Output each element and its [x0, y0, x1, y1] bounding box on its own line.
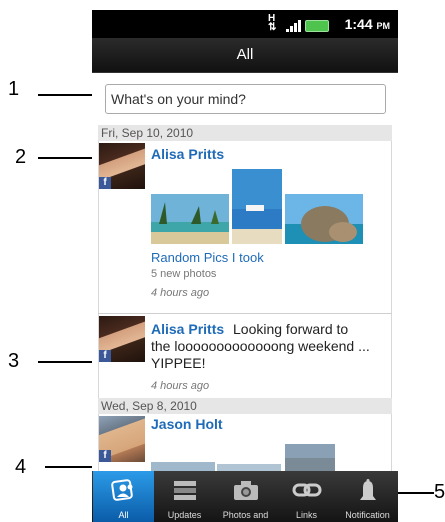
tab-photos[interactable]: Photos and	[215, 471, 276, 522]
callout-5-line	[398, 492, 434, 494]
tab-updates-label: Updates	[167, 510, 202, 520]
bell-icon	[359, 479, 376, 500]
post-3-author[interactable]: Jason Holt	[151, 416, 223, 432]
clock: 1:44 PM	[344, 16, 390, 32]
date-header-2: Wed, Sep 8, 2010	[98, 398, 392, 414]
post-1[interactable]: f Alisa Pritts Random Pics I took 5 new …	[98, 141, 392, 313]
callout-2-line	[38, 157, 94, 159]
album-title-link[interactable]: Random Pics I took	[151, 250, 264, 265]
photo-thumbnail-6[interactable]	[285, 444, 335, 471]
photo-thumbnail-5[interactable]	[217, 464, 281, 471]
people-icon	[110, 479, 133, 501]
callout-2: 2	[15, 146, 27, 168]
facebook-icon: f	[99, 177, 111, 189]
photo-thumbnail-1[interactable]	[151, 194, 229, 244]
tab-links[interactable]: Links	[276, 471, 337, 522]
status-input-placeholder: What's on your mind?	[111, 91, 246, 107]
camera-icon	[233, 481, 258, 500]
title-bar: All	[92, 38, 398, 73]
tab-photos-label: Photos and	[222, 510, 269, 520]
callout-1-line	[38, 94, 94, 96]
callout-5: 5	[434, 481, 445, 503]
photo-thumbnail-3[interactable]	[285, 194, 363, 244]
callout-1: 1	[8, 78, 20, 100]
tab-updates[interactable]: Updates	[154, 471, 215, 522]
tab-all-label: All	[118, 510, 129, 520]
tab-notifications[interactable]: Notification	[337, 471, 398, 522]
post-2-text: Looking forward to the looooooooooooong …	[151, 321, 370, 371]
album-photo-count: 5 new photos	[151, 268, 217, 280]
facebook-icon: f	[99, 450, 111, 462]
battery-icon	[305, 20, 329, 32]
post-1-author[interactable]: Alisa Pritts	[151, 146, 224, 162]
phone-screen: H ⇅ 1:44 PM All What's on your mind? Fri,…	[92, 10, 398, 522]
status-bar: H ⇅ 1:44 PM	[92, 10, 398, 38]
photo-thumbnail-2[interactable]	[232, 169, 282, 244]
status-update-input[interactable]: What's on your mind?	[105, 84, 386, 114]
photo-thumbnail-4[interactable]	[151, 462, 215, 471]
tab-notifications-label: Notification	[345, 510, 390, 520]
post-2[interactable]: f Alisa Pritts Looking forward to the lo…	[98, 314, 392, 398]
callout-3: 3	[8, 350, 20, 372]
bottom-tab-bar: All Updates Photos and Links Notificatio…	[92, 471, 398, 522]
page-title: All	[236, 46, 254, 63]
post-1-timestamp: 4 hours ago	[151, 287, 210, 299]
date-header-1: Fri, Sep 10, 2010	[98, 125, 392, 141]
link-icon	[292, 483, 321, 497]
tab-links-label: Links	[295, 510, 317, 520]
post-3[interactable]: f Jason Holt	[98, 414, 392, 471]
tab-all[interactable]: All	[93, 471, 154, 522]
callout-4: 4	[15, 456, 27, 478]
facebook-icon: f	[99, 350, 111, 362]
updates-icon	[173, 481, 196, 500]
post-2-timestamp: 4 hours ago	[151, 380, 210, 392]
network-h-icon: H ⇅	[268, 13, 277, 33]
feed-content[interactable]: What's on your mind? Fri, Sep 10, 2010 f…	[92, 73, 398, 471]
